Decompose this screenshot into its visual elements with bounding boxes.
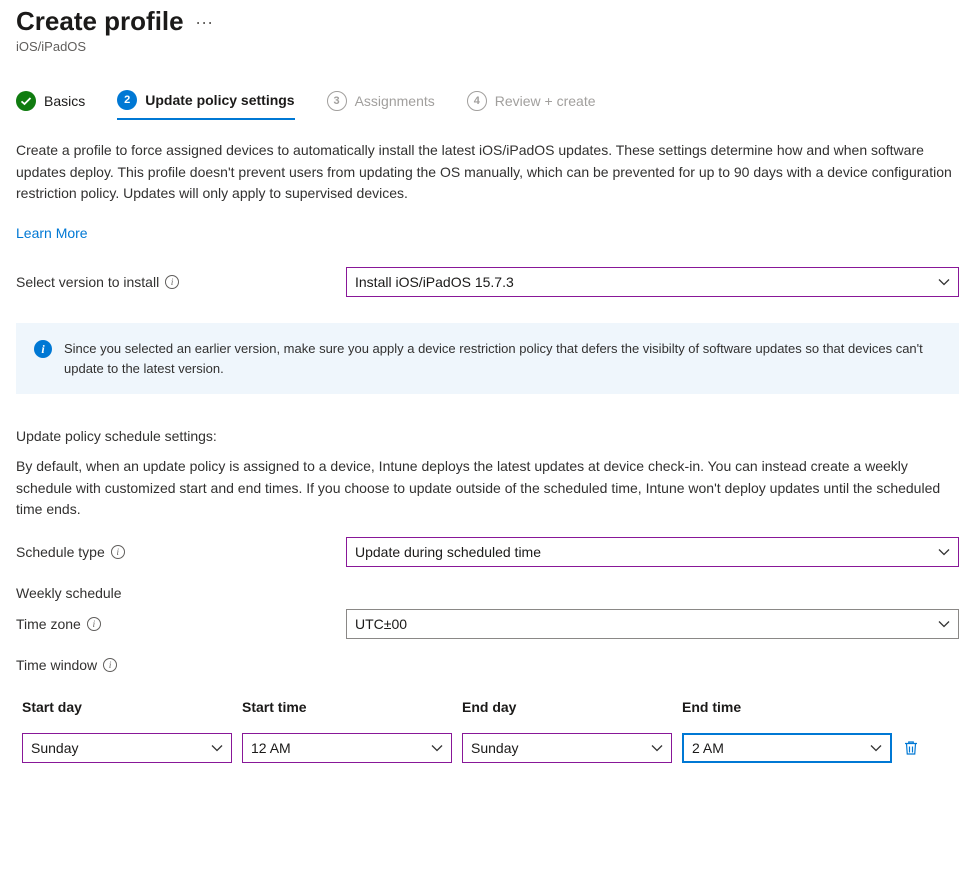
chevron-down-icon — [651, 742, 663, 754]
step-number-icon: 4 — [467, 91, 487, 111]
learn-more-link[interactable]: Learn More — [16, 225, 88, 241]
delete-row-button[interactable] — [902, 739, 930, 757]
col-start-day: Start day — [22, 699, 232, 723]
step-review-create[interactable]: 4 Review + create — [467, 91, 596, 119]
end-time-select[interactable]: 2 AM — [682, 733, 892, 763]
info-icon[interactable]: i — [165, 275, 179, 289]
timezone-label: Time zone — [16, 616, 81, 632]
start-time-value: 12 AM — [251, 740, 291, 756]
more-button[interactable]: ... — [196, 8, 214, 35]
step-bar: Basics 2 Update policy settings 3 Assign… — [16, 90, 959, 120]
step-number-icon: 2 — [117, 90, 137, 110]
schedule-type-value: Update during scheduled time — [355, 544, 541, 560]
check-icon — [16, 91, 36, 111]
schedule-type-select[interactable]: Update during scheduled time — [346, 537, 959, 567]
info-icon[interactable]: i — [103, 658, 117, 672]
schedule-type-label: Schedule type — [16, 544, 105, 560]
col-start-time: Start time — [242, 699, 452, 723]
step-number-icon: 3 — [327, 91, 347, 111]
timezone-value: UTC±00 — [355, 616, 407, 632]
step-label: Assignments — [355, 93, 435, 109]
version-select[interactable]: Install iOS/iPadOS 15.7.3 — [346, 267, 959, 297]
chevron-down-icon — [870, 742, 882, 754]
step-assignments[interactable]: 3 Assignments — [327, 91, 435, 119]
time-window-label: Time window — [16, 657, 97, 673]
version-label: Select version to install — [16, 274, 159, 290]
col-end-time: End time — [682, 699, 892, 723]
start-day-select[interactable]: Sunday — [22, 733, 232, 763]
weekly-schedule-label: Weekly schedule — [16, 585, 959, 601]
col-end-day: End day — [462, 699, 672, 723]
description-text: Create a profile to force assigned devic… — [16, 140, 959, 205]
step-update-policy-settings[interactable]: 2 Update policy settings — [117, 90, 294, 120]
info-icon[interactable]: i — [87, 617, 101, 631]
page-title: Create profile — [16, 6, 184, 37]
time-window-grid: Start day Start time End day End time Su… — [16, 699, 959, 763]
chevron-down-icon — [938, 618, 950, 630]
chevron-down-icon — [431, 742, 443, 754]
start-time-select[interactable]: 12 AM — [242, 733, 452, 763]
schedule-description: By default, when an update policy is ass… — [16, 456, 959, 521]
page-subtitle: iOS/iPadOS — [16, 39, 959, 54]
step-label: Basics — [44, 93, 85, 109]
start-day-value: Sunday — [31, 740, 78, 756]
end-time-value: 2 AM — [692, 740, 724, 756]
info-callout: i Since you selected an earlier version,… — [16, 323, 959, 394]
version-value: Install iOS/iPadOS 15.7.3 — [355, 274, 514, 290]
info-icon: i — [34, 340, 52, 358]
end-day-select[interactable]: Sunday — [462, 733, 672, 763]
step-basics[interactable]: Basics — [16, 91, 85, 119]
chevron-down-icon — [211, 742, 223, 754]
info-message: Since you selected an earlier version, m… — [64, 339, 941, 378]
step-label: Update policy settings — [145, 92, 294, 108]
end-day-value: Sunday — [471, 740, 518, 756]
step-label: Review + create — [495, 93, 596, 109]
chevron-down-icon — [938, 276, 950, 288]
schedule-heading: Update policy schedule settings: — [16, 428, 959, 444]
chevron-down-icon — [938, 546, 950, 558]
info-icon[interactable]: i — [111, 545, 125, 559]
timezone-select[interactable]: UTC±00 — [346, 609, 959, 639]
